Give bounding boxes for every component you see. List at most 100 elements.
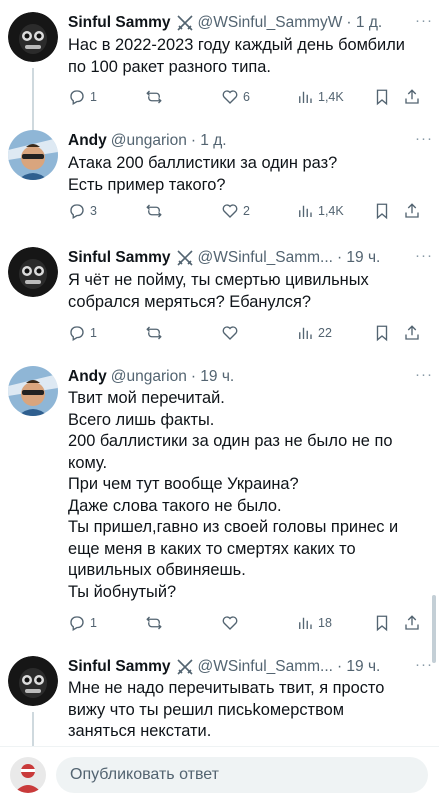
heart-icon bbox=[222, 90, 238, 104]
avatar[interactable] bbox=[8, 247, 58, 297]
tweet[interactable]: Sinful Sammy @WSinful_SammyW · 1 д. ··· … bbox=[0, 12, 439, 136]
tweet[interactable]: Sinful Sammy @WSinful_Samm... · 19 ч. ··… bbox=[0, 247, 439, 359]
reply-button[interactable]: 3 bbox=[68, 202, 97, 220]
avatar[interactable] bbox=[8, 12, 58, 62]
tweet-header: Sinful Sammy @WSinful_Samm... · 19 ч. bbox=[68, 656, 429, 678]
reply-count: 1 bbox=[90, 326, 97, 340]
user-handle[interactable]: @WSinful_Samm... bbox=[198, 249, 333, 267]
like-button[interactable]: 6 bbox=[221, 88, 250, 106]
reply-input[interactable]: Опубликовать ответ bbox=[56, 757, 428, 793]
like-button[interactable]: 2 bbox=[221, 202, 250, 220]
share-icon bbox=[405, 615, 419, 630]
display-name[interactable]: Sinful Sammy bbox=[68, 14, 171, 32]
retweet-button[interactable] bbox=[145, 614, 167, 632]
like-button[interactable] bbox=[221, 614, 243, 632]
reply-button[interactable]: 1 bbox=[68, 324, 97, 342]
tweet-header: Andy @ungarion · 1 д. bbox=[68, 130, 429, 152]
heart-icon bbox=[222, 616, 238, 630]
share-button[interactable] bbox=[403, 88, 421, 106]
tweet-header: Sinful Sammy @WSinful_SammyW · 1 д. bbox=[68, 12, 429, 34]
more-options-icon[interactable]: ··· bbox=[415, 130, 433, 147]
more-options-icon[interactable]: ··· bbox=[415, 12, 433, 29]
tweet-line: Мне не надо перечитывать твит, я просто bbox=[68, 679, 385, 697]
tweet-text: Я чёт не пойму, ты смертью цивильных соб… bbox=[68, 270, 425, 313]
tweet[interactable]: Andy @ungarion · 1 д. ··· Атака 200 балл… bbox=[0, 130, 439, 242]
bookmark-icon bbox=[376, 325, 388, 342]
share-button[interactable] bbox=[403, 614, 421, 632]
tweet-line: кому. bbox=[68, 453, 108, 472]
timestamp[interactable]: · 1 д. bbox=[191, 132, 227, 150]
share-button[interactable] bbox=[403, 202, 421, 220]
swords-badge-icon bbox=[176, 249, 194, 267]
avatar[interactable] bbox=[8, 130, 58, 180]
user-handle[interactable]: @WSinful_Samm... bbox=[198, 658, 333, 676]
display-name[interactable]: Sinful Sammy bbox=[68, 249, 171, 267]
tweet-line: еще меня в каких то смертях каких то bbox=[68, 539, 356, 558]
bar-chart-icon bbox=[299, 91, 312, 103]
tweet-text: Атака 200 баллистики за один раз? Есть п… bbox=[68, 153, 425, 196]
display-name[interactable]: Andy bbox=[68, 132, 107, 150]
tweet[interactable]: Andy @ungarion · 19 ч. ··· Твит мой пере… bbox=[0, 366, 439, 648]
reply-icon bbox=[70, 204, 84, 219]
tweet-line: 200 баллистики за один раз не было не по bbox=[68, 432, 393, 450]
tweet-line: При чем тут вообще Украина? bbox=[68, 475, 299, 493]
retweet-icon bbox=[146, 326, 162, 340]
more-options-icon[interactable]: ··· bbox=[415, 656, 433, 673]
tweet-actions: 1 6 1,4K bbox=[68, 88, 431, 110]
retweet-button[interactable] bbox=[145, 88, 167, 106]
tweet-actions: 3 2 1,4K bbox=[68, 202, 431, 224]
bookmark-button[interactable] bbox=[373, 88, 391, 106]
bookmark-button[interactable] bbox=[373, 324, 391, 342]
timestamp[interactable]: · 1 д. bbox=[346, 14, 382, 32]
timestamp[interactable]: · 19 ч. bbox=[337, 249, 380, 267]
bookmark-icon bbox=[376, 203, 388, 220]
bookmark-button[interactable] bbox=[373, 202, 391, 220]
more-options-icon[interactable]: ··· bbox=[415, 247, 433, 264]
user-handle[interactable]: @ungarion bbox=[111, 132, 187, 150]
tweet-header: Sinful Sammy @WSinful_Samm... · 19 ч. bbox=[68, 247, 429, 269]
tweet-line: Ты йобнутый? bbox=[68, 582, 177, 601]
like-count: 2 bbox=[243, 204, 250, 218]
timestamp[interactable]: · 19 ч. bbox=[191, 368, 234, 386]
reply-button[interactable]: 1 bbox=[68, 614, 97, 632]
avatar[interactable] bbox=[8, 656, 58, 706]
swords-badge-icon bbox=[176, 14, 194, 32]
tweet-line: Атака 200 баллистики за один раз? bbox=[68, 154, 338, 172]
tweet-header: Andy @ungarion · 19 ч. bbox=[68, 366, 429, 388]
tweet-line: цивильных обвиняешь. bbox=[68, 561, 246, 579]
timestamp[interactable]: · 19 ч. bbox=[337, 658, 380, 676]
views-button[interactable]: 18 bbox=[296, 614, 332, 632]
view-count: 18 bbox=[318, 616, 332, 630]
tweet-line: заняться некстати. bbox=[68, 722, 212, 740]
tweet-line: Ты пришел,гавно из своей головы принес и bbox=[68, 518, 399, 536]
like-button[interactable] bbox=[221, 324, 243, 342]
retweet-icon bbox=[146, 90, 162, 104]
reply-count: 1 bbox=[90, 616, 97, 630]
retweet-button[interactable] bbox=[145, 324, 167, 342]
views-button[interactable]: 1,4K bbox=[296, 88, 344, 106]
retweet-icon bbox=[146, 204, 162, 218]
tweet-text: Твит мой перечитай. Всего лишь факты. 20… bbox=[68, 388, 425, 603]
user-handle[interactable]: @WSinful_SammyW bbox=[198, 14, 343, 32]
tweet[interactable]: Sinful Sammy @WSinful_Samm... · 19 ч. ··… bbox=[0, 656, 439, 746]
views-button[interactable]: 22 bbox=[296, 324, 332, 342]
scrollbar[interactable] bbox=[432, 595, 436, 663]
display-name[interactable]: Sinful Sammy bbox=[68, 658, 171, 676]
share-button[interactable] bbox=[403, 324, 421, 342]
display-name[interactable]: Andy bbox=[68, 368, 107, 386]
bookmark-button[interactable] bbox=[373, 614, 391, 632]
more-options-icon[interactable]: ··· bbox=[415, 366, 433, 383]
avatar[interactable] bbox=[8, 366, 58, 416]
reply-composer: Опубликовать ответ bbox=[0, 746, 439, 800]
avatar[interactable] bbox=[10, 757, 46, 793]
user-handle[interactable]: @ungarion bbox=[111, 368, 187, 386]
views-button[interactable]: 1,4K bbox=[296, 202, 344, 220]
bar-chart-icon bbox=[299, 327, 312, 339]
reply-button[interactable]: 1 bbox=[68, 88, 97, 106]
share-icon bbox=[405, 203, 419, 218]
tweet-line: Даже слова такого не было. bbox=[68, 496, 282, 515]
retweet-button[interactable] bbox=[145, 202, 167, 220]
retweet-icon bbox=[146, 616, 162, 630]
reply-count: 1 bbox=[90, 90, 97, 104]
reply-icon bbox=[70, 90, 84, 105]
